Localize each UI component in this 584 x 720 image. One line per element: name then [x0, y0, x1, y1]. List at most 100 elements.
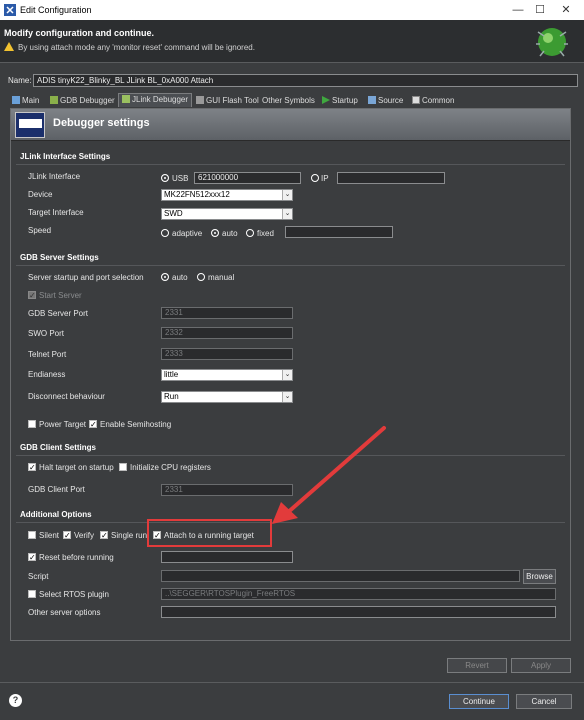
device-value: MK22FN512xxx12 [164, 190, 230, 199]
tab-startup[interactable]: Startup [322, 96, 358, 105]
reset-checkbox[interactable]: ✓ [28, 553, 36, 562]
start-server-label: Start Server [39, 291, 82, 300]
semihosting-label: Enable Semihosting [100, 420, 172, 429]
tab-startup-label: Startup [332, 96, 358, 105]
speed-adaptive-label: adaptive [172, 229, 203, 238]
annotation-arrow-icon [272, 426, 386, 524]
startup-auto-radio[interactable] [161, 273, 169, 281]
startup-manual-radio[interactable] [197, 273, 205, 281]
additional-section-title: Additional Options [20, 510, 92, 519]
silent-checkbox[interactable] [28, 531, 36, 539]
speed-fixed-input[interactable] [285, 226, 393, 238]
flash-tab-icon [196, 96, 204, 104]
target-interface-label: Target Interface [28, 208, 84, 217]
debug-bug-icon [536, 28, 568, 57]
startup-tab-icon [322, 96, 330, 104]
script-label: Script [28, 572, 49, 581]
power-target-checkbox[interactable] [28, 420, 36, 428]
tab-other-symbols[interactable]: Other Symbols [262, 96, 315, 105]
gdb-tab-icon [50, 96, 58, 104]
speed-auto-label: auto [222, 229, 238, 238]
footer-separator [0, 682, 584, 683]
jlink-section-divider [16, 164, 565, 165]
ip-input[interactable] [337, 172, 445, 184]
tab-common-label: Common [422, 96, 455, 105]
target-interface-value: SWD [164, 209, 183, 218]
disconnect-select[interactable]: Run ⌄ [161, 391, 293, 403]
startup-manual-label: manual [208, 273, 235, 282]
tab-main[interactable]: Main [12, 96, 39, 105]
tab-jlink-label: JLink Debugger [132, 95, 189, 104]
speed-auto-radio[interactable] [211, 229, 219, 237]
endianess-select[interactable]: little ⌄ [161, 369, 293, 381]
halt-checkbox[interactable]: ✓ [28, 463, 36, 472]
header-title: Modify configuration and continue. [4, 28, 154, 38]
usb-serial-input[interactable]: 621000000 [194, 172, 301, 184]
config-name-input[interactable]: ADIS tinyK22_Blinky_BL JLink BL_0xA000 A… [33, 74, 578, 87]
common-tab-icon [412, 96, 420, 104]
maximize-button[interactable]: ☐ [530, 2, 550, 18]
minimize-button[interactable]: — [508, 2, 528, 18]
disconnect-label: Disconnect behaviour [28, 392, 105, 401]
reset-label: Reset before running [39, 553, 114, 562]
verify-label: Verify [74, 531, 95, 540]
app-icon [4, 4, 16, 16]
speed-adaptive-radio[interactable] [161, 229, 169, 237]
tab-gdb-label: GDB Debugger [60, 96, 115, 105]
rtos-input[interactable]: ..\SEGGER\RTOSPlugin_FreeRTOS [161, 588, 556, 600]
browse-button[interactable]: Browse [523, 569, 556, 584]
verify-checkbox[interactable]: ✓ [63, 531, 71, 540]
settings-banner: Debugger settings [11, 109, 570, 141]
chevron-down-icon: ⌄ [282, 370, 292, 380]
device-label: Device [28, 190, 53, 199]
continue-button[interactable]: Continue [449, 694, 509, 709]
help-icon[interactable]: ? [9, 694, 22, 707]
cancel-button[interactable]: Cancel [516, 694, 572, 709]
chevron-down-icon: ⌄ [282, 209, 292, 219]
semihosting-checkbox[interactable]: ✓ [89, 420, 97, 429]
startup-auto-label: auto [172, 273, 188, 282]
server-startup-label: Server startup and port selection [28, 273, 144, 282]
target-interface-select[interactable]: SWD ⌄ [161, 208, 293, 220]
device-select[interactable]: MK22FN512xxx12 ⌄ [161, 189, 293, 201]
ip-label: IP [321, 174, 329, 183]
disconnect-value: Run [164, 392, 179, 401]
rtos-label: Select RTOS plugin [39, 590, 109, 599]
revert-button[interactable]: Revert [447, 658, 507, 673]
highlight-box [147, 519, 272, 547]
rtos-checkbox[interactable] [28, 590, 36, 598]
tab-jlink-debugger[interactable]: JLink Debugger [118, 93, 193, 107]
single-run-label: Single run [111, 531, 148, 540]
tab-symbols-label: Other Symbols [262, 96, 315, 105]
jlink-section-title: JLink Interface Settings [20, 152, 111, 161]
close-button[interactable]: ✕ [556, 2, 576, 18]
tab-gui-flash-tool[interactable]: GUI Flash Tool [196, 96, 259, 105]
reset-input[interactable] [161, 551, 293, 563]
other-options-input[interactable] [161, 606, 556, 618]
telnet-port-input[interactable]: 2333 [161, 348, 293, 360]
source-tab-icon [368, 96, 376, 104]
gdb-client-port-label: GDB Client Port [28, 485, 85, 494]
gdb-server-port-input[interactable]: 2331 [161, 307, 293, 319]
single-run-checkbox[interactable]: ✓ [100, 531, 108, 540]
tab-source-label: Source [378, 96, 404, 105]
apply-button[interactable]: Apply [511, 658, 571, 673]
window-title: Edit Configuration [20, 5, 92, 15]
start-server-checkbox[interactable]: ✓ [28, 291, 36, 300]
usb-radio[interactable] [161, 174, 169, 182]
segger-logo [15, 112, 45, 138]
init-cpu-checkbox[interactable] [119, 463, 127, 471]
speed-fixed-radio[interactable] [246, 229, 254, 237]
tab-gdb-debugger[interactable]: GDB Debugger [50, 96, 115, 105]
script-input[interactable] [161, 570, 520, 582]
tab-source[interactable]: Source [368, 96, 403, 105]
header-separator [0, 62, 584, 63]
swo-port-input[interactable]: 2332 [161, 327, 293, 339]
tab-common[interactable]: Common [412, 96, 454, 105]
ip-radio[interactable] [311, 174, 319, 182]
main-tab-icon [12, 96, 20, 104]
gdbclient-section-title: GDB Client Settings [20, 443, 97, 452]
warning-text: By using attach mode any 'monitor reset'… [18, 43, 255, 52]
endianess-label: Endianess [28, 370, 66, 379]
name-label: Name: [8, 76, 32, 85]
